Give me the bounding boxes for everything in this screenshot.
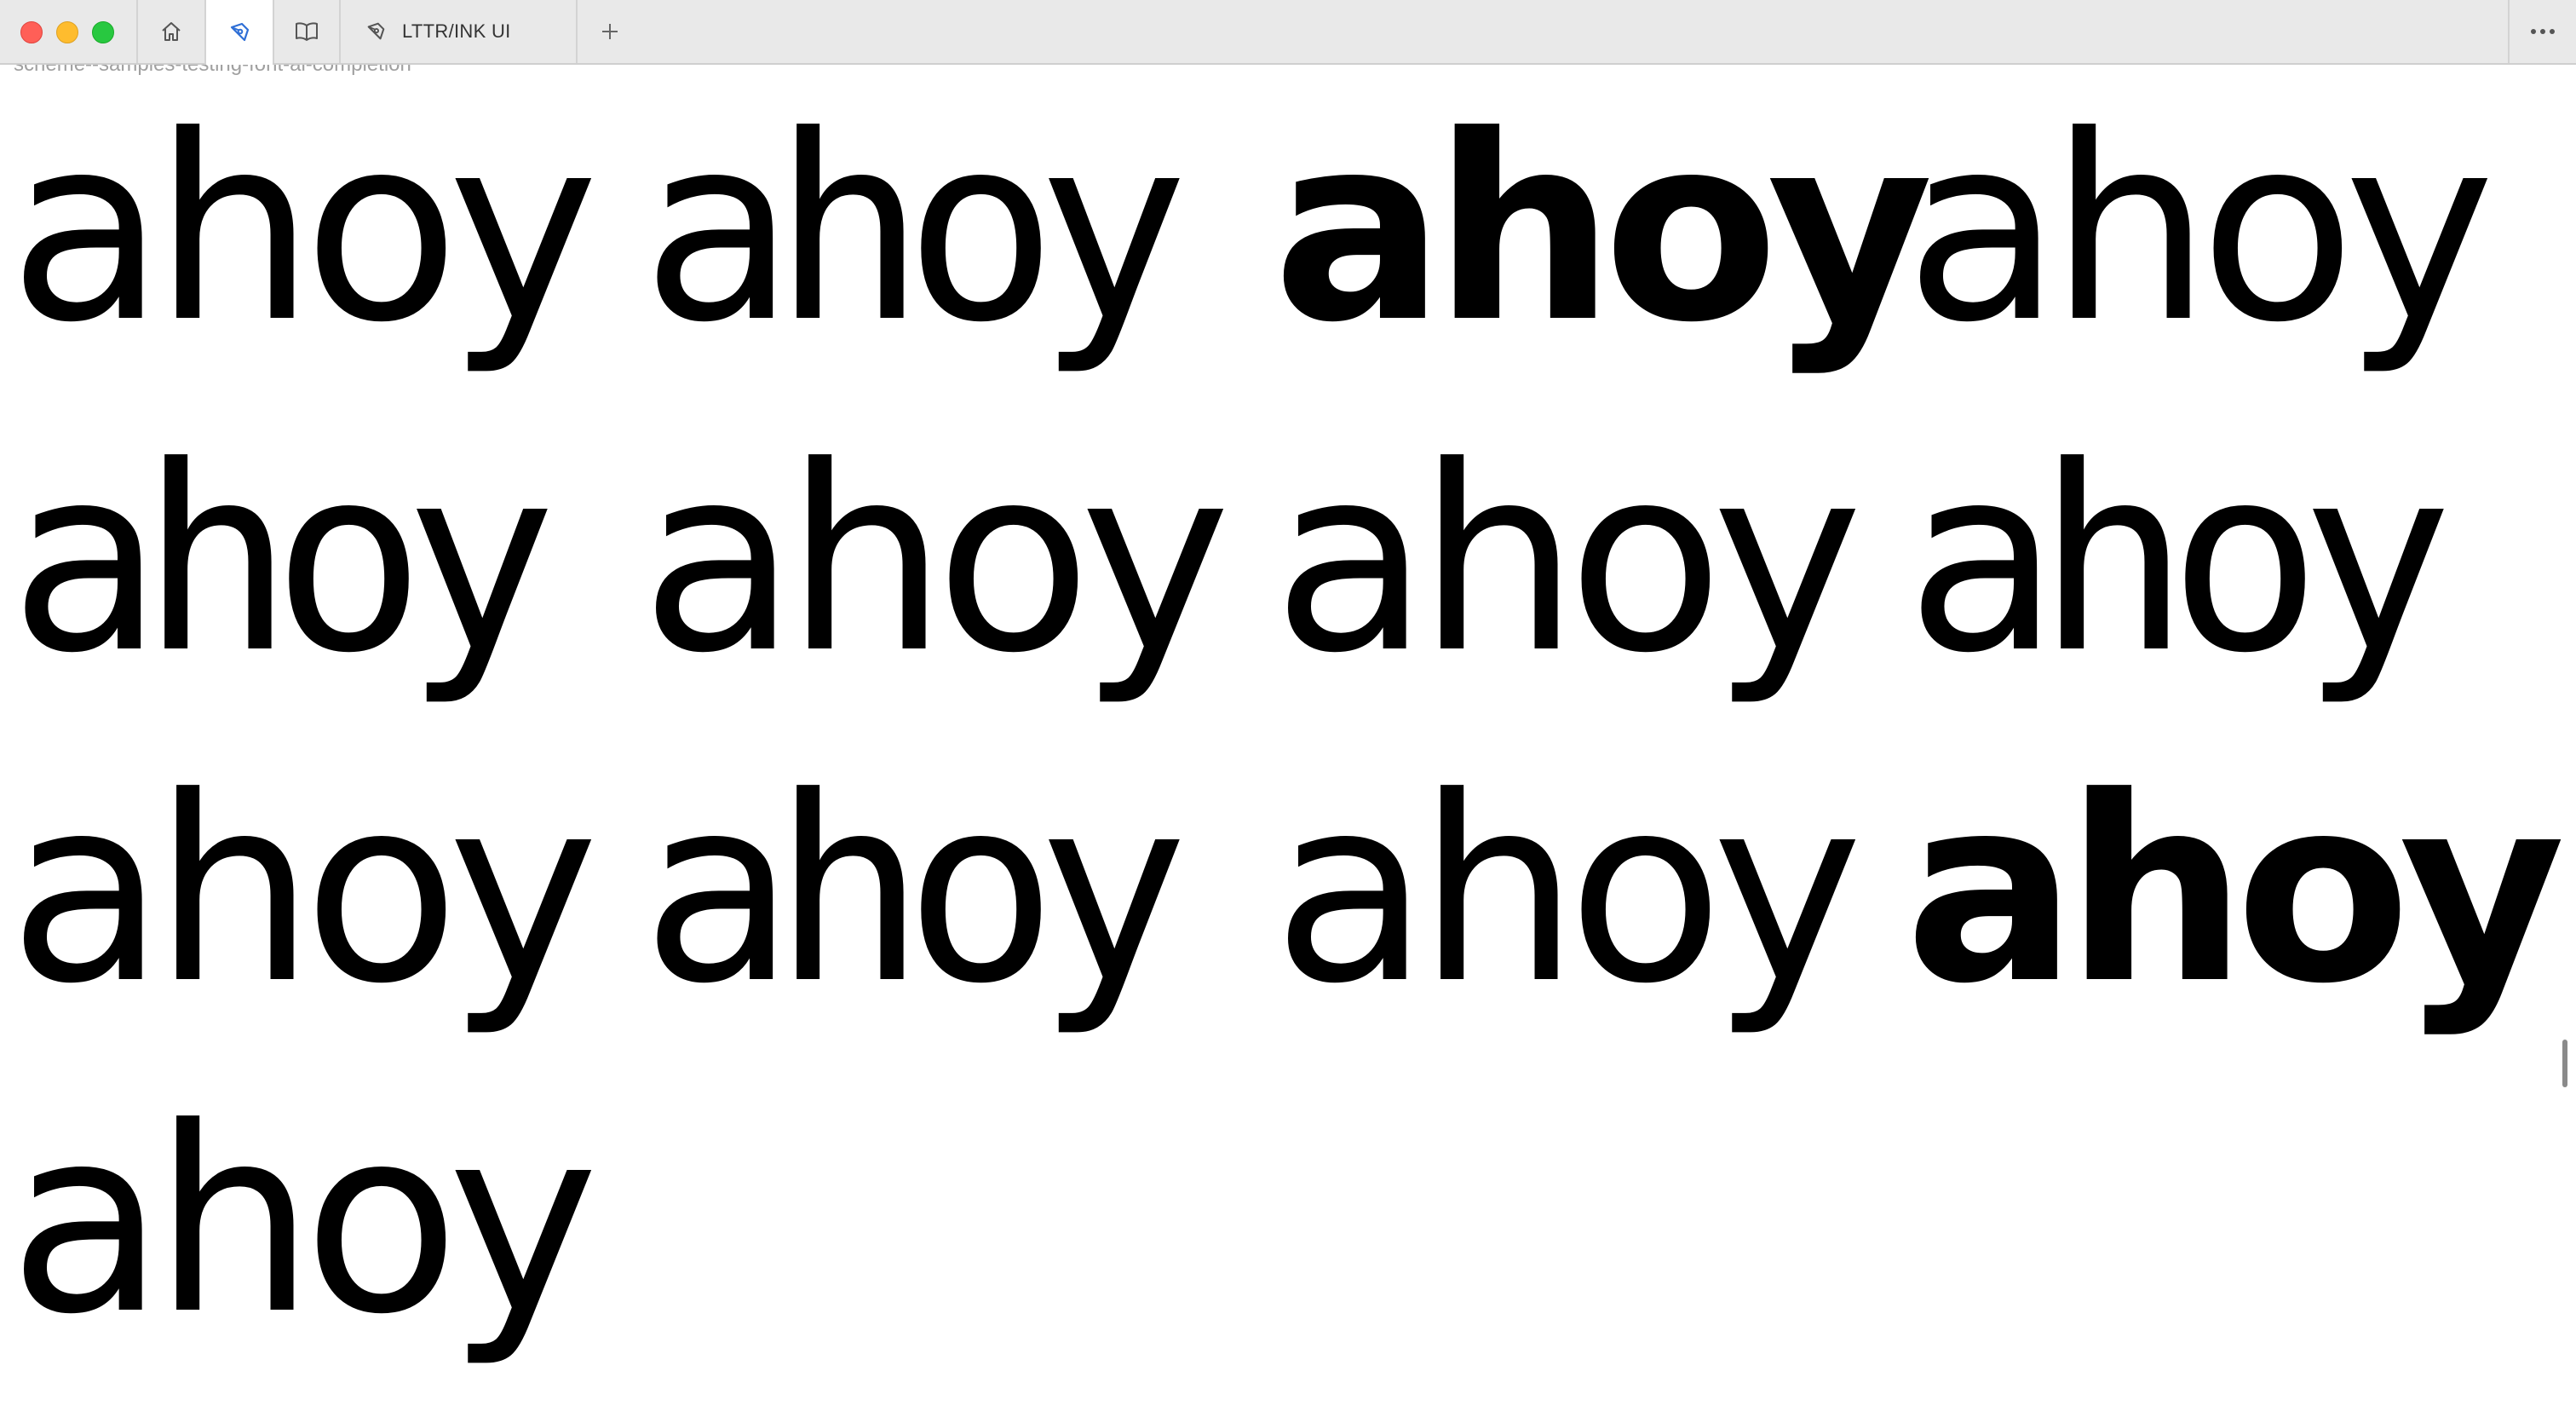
specimen-row: ahoyahoyahoyahoy: [9, 726, 2566, 1057]
specimen-word: ahoy: [641, 81, 1189, 378]
specimen-word: ahoy: [1905, 412, 2453, 709]
close-window-button[interactable]: [20, 21, 43, 43]
specimen-word: ahoy: [641, 742, 1189, 1040]
minimize-window-button[interactable]: [56, 21, 78, 43]
specimen-word: ahoy: [1905, 742, 2566, 1040]
pen-nib-icon: [367, 22, 385, 40]
specimen-word: ahoy: [9, 81, 599, 378]
specimen-row: ahoyahoyahoyahoy: [9, 65, 2564, 395]
specimen-word: ahoy: [9, 1073, 599, 1370]
book-open-icon: [296, 22, 318, 41]
specimen-row: ahoy: [9, 1057, 2564, 1387]
specimen-word: ahoy: [1273, 81, 1934, 378]
library-tab[interactable]: [273, 0, 339, 63]
new-tab-button[interactable]: [578, 0, 642, 63]
editor-tab[interactable]: [204, 0, 273, 65]
specimen-word: ahoy: [9, 742, 599, 1040]
title-bar: LTTR/INK UI: [0, 0, 2576, 65]
document-tab[interactable]: LTTR/INK UI: [339, 0, 578, 63]
font-specimen: ahoy ahoy ahoyahoy ahoy ahoy ahoy ahoy ahoy ah…: [9, 65, 2566, 1387]
ellipsis-icon: [2531, 29, 2555, 34]
document-tab-label: LTTR/INK UI: [402, 20, 511, 42]
vertical-scrollbar[interactable]: [2562, 1040, 2567, 1087]
home-tab[interactable]: [136, 0, 204, 63]
specimen-word: ahoy: [1273, 742, 1863, 1040]
specimen-word: ahoy: [641, 412, 1231, 709]
specimen-word: ahoy: [9, 412, 557, 709]
pen-nib-icon: [230, 22, 250, 42]
home-icon: [162, 22, 181, 41]
specimen-word: ahoy: [1905, 81, 2495, 378]
specimen-row: ahoyahoyahoyahoy: [9, 395, 2564, 726]
more-options-button[interactable]: [2508, 0, 2576, 63]
plus-icon: [602, 24, 618, 39]
zoom-window-button[interactable]: [92, 21, 114, 43]
specimen-word: ahoy: [1273, 412, 1863, 709]
specimen-canvas[interactable]: scheme--samples-testing-font-ai-completi…: [0, 65, 2576, 1423]
